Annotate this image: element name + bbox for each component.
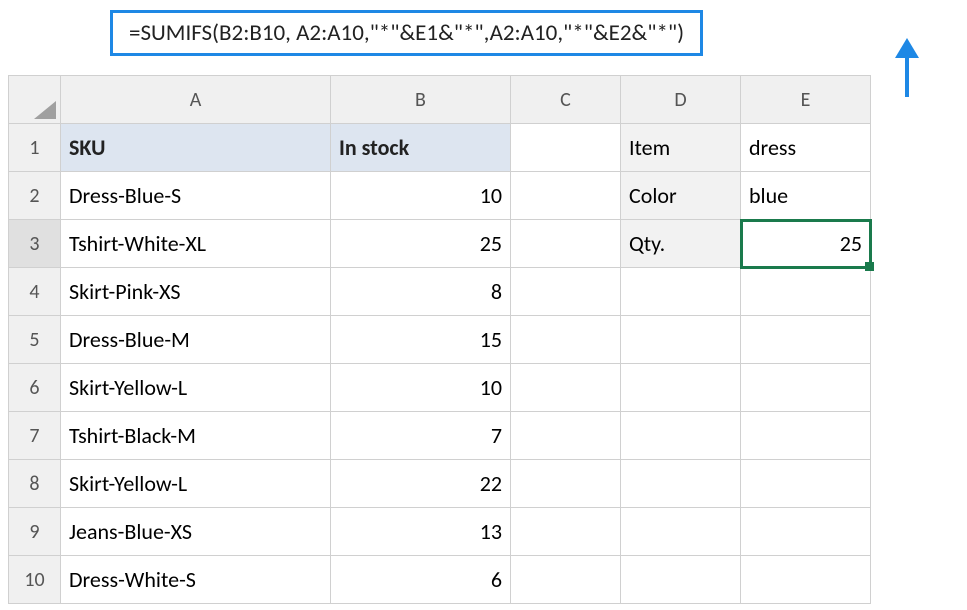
row-header-10[interactable]: 10 bbox=[9, 556, 61, 604]
cell-D3[interactable]: Qty. bbox=[621, 220, 741, 268]
formula-bar[interactable]: =SUMIFS(B2:B10, A2:A10,"*"&E1&"*",A2:A10… bbox=[110, 10, 703, 56]
cell-E10[interactable] bbox=[741, 556, 871, 604]
cell-D6[interactable] bbox=[621, 364, 741, 412]
cell-C7[interactable] bbox=[511, 412, 621, 460]
row-1: 1 SKU In stock Item dress bbox=[9, 124, 871, 172]
cell-A6[interactable]: Skirt-Yellow-L bbox=[61, 364, 331, 412]
row-10: 10 Dress-White-S 6 bbox=[9, 556, 871, 604]
cell-C10[interactable] bbox=[511, 556, 621, 604]
row-6: 6 Skirt-Yellow-L 10 bbox=[9, 364, 871, 412]
cell-B2[interactable]: 10 bbox=[331, 172, 511, 220]
row-header-1[interactable]: 1 bbox=[9, 124, 61, 172]
cell-A9[interactable]: Jeans-Blue-XS bbox=[61, 508, 331, 556]
cell-B1[interactable]: In stock bbox=[331, 124, 511, 172]
cell-B3[interactable]: 25 bbox=[331, 220, 511, 268]
row-header-4[interactable]: 4 bbox=[9, 268, 61, 316]
cell-B4[interactable]: 8 bbox=[331, 268, 511, 316]
cell-A1[interactable]: SKU bbox=[61, 124, 331, 172]
cell-D5[interactable] bbox=[621, 316, 741, 364]
row-header-6[interactable]: 6 bbox=[9, 364, 61, 412]
cell-E9[interactable] bbox=[741, 508, 871, 556]
cell-C9[interactable] bbox=[511, 508, 621, 556]
row-7: 7 Tshirt-Black-M 7 bbox=[9, 412, 871, 460]
row-9: 9 Jeans-Blue-XS 13 bbox=[9, 508, 871, 556]
row-header-2[interactable]: 2 bbox=[9, 172, 61, 220]
column-header-row: A B C D E bbox=[9, 76, 871, 124]
cell-C6[interactable] bbox=[511, 364, 621, 412]
cell-A10[interactable]: Dress-White-S bbox=[61, 556, 331, 604]
row-header-8[interactable]: 8 bbox=[9, 460, 61, 508]
cell-E3[interactable]: 25 bbox=[741, 220, 871, 268]
row-header-9[interactable]: 9 bbox=[9, 508, 61, 556]
cell-A7[interactable]: Tshirt-Black-M bbox=[61, 412, 331, 460]
cell-D1[interactable]: Item bbox=[621, 124, 741, 172]
row-3: 3 Tshirt-White-XL 25 Qty. 25 bbox=[9, 220, 871, 268]
cell-B5[interactable]: 15 bbox=[331, 316, 511, 364]
cell-C8[interactable] bbox=[511, 460, 621, 508]
cell-D10[interactable] bbox=[621, 556, 741, 604]
cell-A5[interactable]: Dress-Blue-M bbox=[61, 316, 331, 364]
select-all-corner[interactable] bbox=[9, 76, 61, 124]
cell-E4[interactable] bbox=[741, 268, 871, 316]
cell-E1[interactable]: dress bbox=[741, 124, 871, 172]
col-header-B[interactable]: B bbox=[331, 76, 511, 124]
row-header-3[interactable]: 3 bbox=[9, 220, 61, 268]
cell-D4[interactable] bbox=[621, 268, 741, 316]
cell-B9[interactable]: 13 bbox=[331, 508, 511, 556]
cell-A3[interactable]: Tshirt-White-XL bbox=[61, 220, 331, 268]
row-2: 2 Dress-Blue-S 10 Color blue bbox=[9, 172, 871, 220]
cell-E8[interactable] bbox=[741, 460, 871, 508]
col-header-D[interactable]: D bbox=[621, 76, 741, 124]
cell-C4[interactable] bbox=[511, 268, 621, 316]
row-8: 8 Skirt-Yellow-L 22 bbox=[9, 460, 871, 508]
cell-E6[interactable] bbox=[741, 364, 871, 412]
cell-C1[interactable] bbox=[511, 124, 621, 172]
row-4: 4 Skirt-Pink-XS 8 bbox=[9, 268, 871, 316]
cell-D7[interactable] bbox=[621, 412, 741, 460]
row-5: 5 Dress-Blue-M 15 bbox=[9, 316, 871, 364]
spreadsheet-grid[interactable]: A B C D E 1 SKU In stock Item dress 2 Dr… bbox=[8, 75, 871, 604]
cell-A4[interactable]: Skirt-Pink-XS bbox=[61, 268, 331, 316]
cell-D9[interactable] bbox=[621, 508, 741, 556]
cell-A8[interactable]: Skirt-Yellow-L bbox=[61, 460, 331, 508]
cell-B6[interactable]: 10 bbox=[331, 364, 511, 412]
cell-B7[interactable]: 7 bbox=[331, 412, 511, 460]
col-header-A[interactable]: A bbox=[61, 76, 331, 124]
cell-C3[interactable] bbox=[511, 220, 621, 268]
cell-E5[interactable] bbox=[741, 316, 871, 364]
cell-B8[interactable]: 22 bbox=[331, 460, 511, 508]
row-header-5[interactable]: 5 bbox=[9, 316, 61, 364]
col-header-E[interactable]: E bbox=[741, 76, 871, 124]
col-header-C[interactable]: C bbox=[511, 76, 621, 124]
cell-D8[interactable] bbox=[621, 460, 741, 508]
row-header-7[interactable]: 7 bbox=[9, 412, 61, 460]
cell-A2[interactable]: Dress-Blue-S bbox=[61, 172, 331, 220]
cell-E2[interactable]: blue bbox=[741, 172, 871, 220]
cell-E7[interactable] bbox=[741, 412, 871, 460]
cell-D2[interactable]: Color bbox=[621, 172, 741, 220]
cell-B10[interactable]: 6 bbox=[331, 556, 511, 604]
cell-C2[interactable] bbox=[511, 172, 621, 220]
cell-C5[interactable] bbox=[511, 316, 621, 364]
arrow-head-icon bbox=[895, 38, 919, 58]
